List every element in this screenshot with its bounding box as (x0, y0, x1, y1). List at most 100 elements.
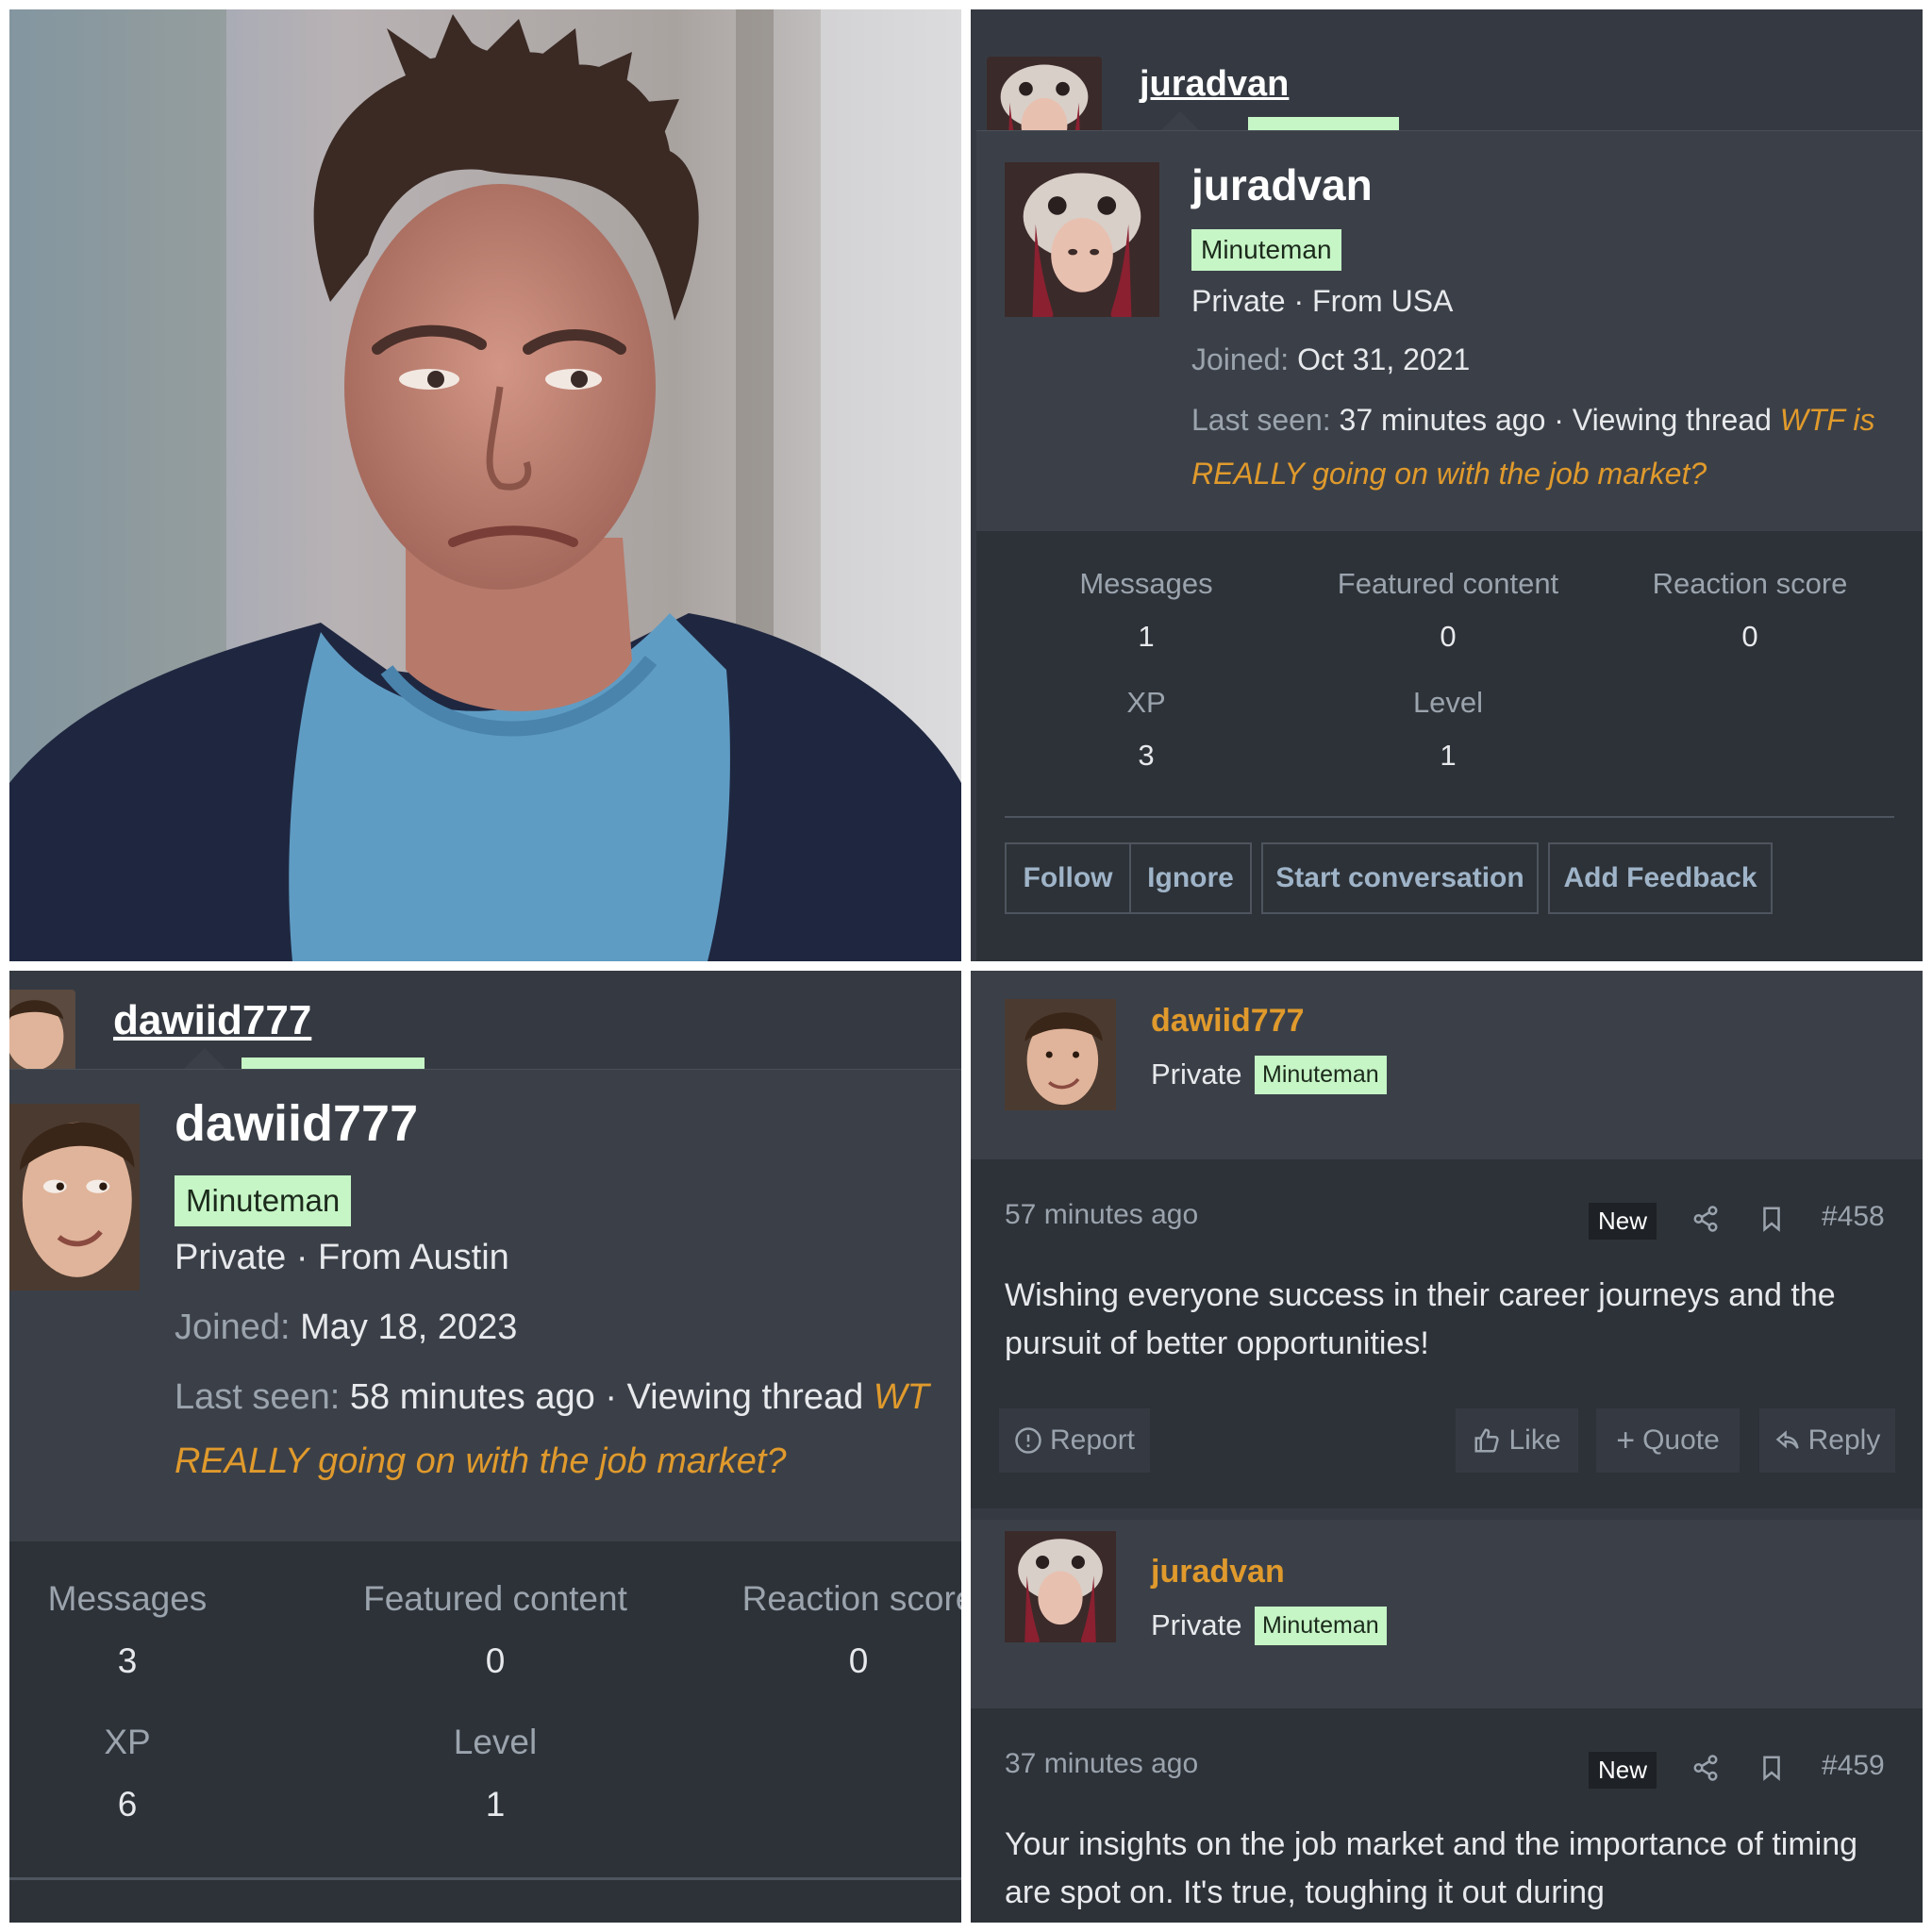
profile-stats-section: Messages 3 Featured content 0 Reaction s… (9, 1541, 961, 1923)
stat-label: XP (1126, 686, 1166, 719)
stat-label: XP (104, 1723, 151, 1761)
quote-label: Quote (1642, 1424, 1720, 1456)
popup-pointer (184, 1048, 225, 1069)
juradvan-avatar-image (1005, 1531, 1116, 1642)
like-label: Like (1508, 1424, 1561, 1456)
like-button[interactable]: Like (1456, 1408, 1578, 1473)
profile-username[interactable]: dawiid777 (175, 1094, 418, 1153)
post-459-author-header: juradvan Private Minuteman (971, 1520, 1923, 1708)
profile-username[interactable]: juradvan (1191, 159, 1373, 210)
last-seen-label: Last seen: (1191, 403, 1331, 437)
post-timestamp[interactable]: 37 minutes ago (1005, 1748, 1198, 1780)
stat-label: Reaction score (741, 1579, 961, 1618)
thumbs-up-icon (1474, 1428, 1500, 1453)
post-message-text: Wishing everyone success in their career… (1005, 1277, 1836, 1361)
dawiid777-background-username[interactable]: dawiid777 (113, 997, 311, 1044)
stats-divider (9, 1877, 961, 1880)
rank-and-location: Private · From Austin (175, 1238, 509, 1277)
thread-posts-panel: dawiid777 Private Minuteman 57 minutes a… (971, 971, 1923, 1923)
report-label: Report (1049, 1424, 1136, 1456)
last-seen-line: Last seen: 58 minutes ago · Viewing thre… (175, 1377, 929, 1418)
plus-icon: + (1616, 1422, 1636, 1458)
stats-divider (1005, 816, 1894, 818)
add-feedback-button[interactable]: Add Feedback (1548, 842, 1773, 914)
stat-value: 1 (1138, 620, 1155, 653)
follow-button[interactable]: Follow (1005, 842, 1131, 914)
post-author-username[interactable]: juradvan (1151, 1554, 1285, 1591)
stat-reaction-score: Reaction score 0 (1618, 558, 1882, 663)
dawiid777-post-avatar[interactable] (1005, 999, 1116, 1110)
stat-value: 0 (1741, 620, 1758, 653)
stat-value: 6 (117, 1785, 138, 1824)
post-message-text: Your insights on the job market and the … (1005, 1826, 1858, 1910)
stat-xp: XP 6 (9, 1711, 245, 1836)
post-author-badge: Minuteman (1255, 1056, 1387, 1094)
post-458-body: 57 minutes ago New #458 Wishing everyone… (971, 1159, 1923, 1508)
viewing-thread-label: · Viewing thread (1554, 403, 1772, 437)
juradvan-profile-popup-panel: juradvan juradvan Minuteman Private · Fr… (971, 9, 1923, 961)
dawiid777-avatar[interactable] (9, 1104, 140, 1291)
stat-xp: XP 3 (1033, 676, 1259, 782)
post-author-badge: Minuteman (1255, 1607, 1387, 1645)
thread-link-part2[interactable]: REALLY going on with the job market? (1191, 457, 1707, 491)
post-number[interactable]: #459 (1822, 1750, 1885, 1782)
post-timestamp[interactable]: 57 minutes ago (1005, 1199, 1198, 1231)
quote-button[interactable]: + Quote (1596, 1408, 1740, 1473)
stat-value: 0 (485, 1641, 506, 1680)
stat-label: Reaction score (1652, 567, 1848, 600)
stat-level: Level 1 (1307, 676, 1590, 782)
last-seen-label: Last seen: (175, 1377, 341, 1417)
dawiid777-avatar-image (1005, 999, 1116, 1110)
reaction-portrait-image (9, 9, 961, 961)
post-author-rank: Private (1151, 1608, 1242, 1641)
stat-level: Level 1 (330, 1711, 660, 1836)
post-459-body: 37 minutes ago New #459 Your insights on… (971, 1708, 1923, 1923)
reply-button[interactable]: Reply (1759, 1408, 1895, 1473)
stat-label: Messages (1079, 567, 1213, 600)
rank-and-location: Private · From USA (1191, 284, 1454, 318)
ignore-button[interactable]: Ignore (1129, 842, 1252, 914)
stat-value: 0 (848, 1641, 869, 1680)
post-author-username[interactable]: dawiid777 (1151, 1003, 1305, 1040)
thread-link-part2[interactable]: REALLY going on with the job market? (175, 1441, 787, 1482)
stat-value: 3 (1138, 739, 1155, 772)
share-icon[interactable] (1691, 1754, 1720, 1782)
bookmark-icon[interactable] (1757, 1205, 1786, 1233)
post-separator (971, 1508, 1923, 1520)
last-seen-line: Last seen: 37 minutes ago · Viewing thre… (1191, 403, 1875, 438)
profile-card: dawiid777 Minuteman Private · From Austi… (9, 1069, 961, 1923)
viewing-thread-label: · Viewing thread (605, 1377, 864, 1417)
reply-arrow-icon (1775, 1430, 1799, 1449)
thread-link-part1[interactable]: WT (874, 1377, 929, 1417)
juradvan-post-avatar[interactable] (1005, 1531, 1116, 1642)
juradvan-avatar[interactable] (1005, 162, 1159, 317)
post-number[interactable]: #458 (1822, 1201, 1885, 1233)
profile-card-header: dawiid777 Minuteman Private · From Austi… (9, 1070, 961, 1541)
dawiid777-avatar-image (9, 990, 75, 1074)
stat-label: Featured content (1337, 567, 1559, 600)
alert-circle-icon (1015, 1427, 1041, 1454)
new-post-badge: New (1589, 1752, 1657, 1789)
joined-line: Joined: Oct 31, 2021 (1191, 342, 1470, 377)
last-seen-value: 58 minutes ago (349, 1377, 595, 1417)
profile-card: juradvan Minuteman Private · From USA Jo… (976, 130, 1923, 961)
dawiid777-background-avatar[interactable] (9, 990, 75, 1074)
stat-value: 0 (1440, 620, 1457, 653)
thread-link-part1[interactable]: WTF is (1780, 403, 1875, 437)
share-icon[interactable] (1691, 1205, 1720, 1233)
stat-label: Featured content (363, 1579, 627, 1618)
reply-label: Reply (1807, 1424, 1881, 1456)
stat-messages: Messages 3 (9, 1568, 245, 1692)
juradvan-avatar-image (1005, 162, 1159, 317)
joined-line: Joined: May 18, 2023 (175, 1307, 517, 1348)
stat-value: 1 (485, 1785, 506, 1824)
stat-messages: Messages 1 (1033, 558, 1259, 663)
joined-label: Joined: (1191, 342, 1290, 376)
report-button[interactable]: Report (999, 1408, 1150, 1473)
juradvan-background-username[interactable]: juradvan (1140, 64, 1289, 105)
start-conversation-button[interactable]: Start conversation (1261, 842, 1539, 914)
stat-featured-content: Featured content 0 (330, 1568, 660, 1692)
new-post-badge: New (1589, 1203, 1657, 1240)
bookmark-icon[interactable] (1757, 1754, 1786, 1782)
joined-value: May 18, 2023 (300, 1307, 518, 1347)
